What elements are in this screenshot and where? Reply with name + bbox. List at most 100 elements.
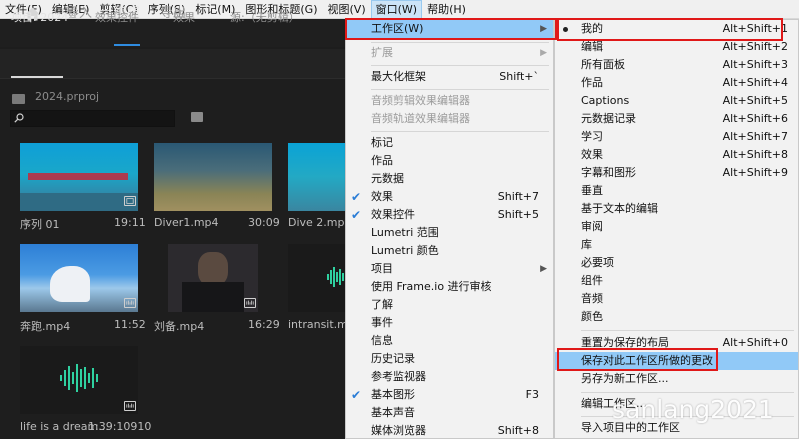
submenu-item-assembly[interactable]: 组件 <box>555 272 798 290</box>
menu-item-shortcut: Alt+Shift+0 <box>722 336 788 349</box>
sequence-icon <box>124 196 136 206</box>
menu-item-label: 了解 <box>371 298 393 311</box>
menu-item-label: 效果 <box>581 148 603 161</box>
menu-item-label: 基本图形 <box>371 388 415 401</box>
panel-menu-icon[interactable]: ≡ <box>68 9 77 25</box>
submenu-item-all-panels[interactable]: 所有面板 Alt+Shift+3 <box>555 56 798 74</box>
menu-item-label: 基本声音 <box>371 406 415 419</box>
menu-divider <box>371 65 549 66</box>
active-tab-indicator <box>114 44 140 46</box>
menu-view[interactable]: 视图(V) <box>323 0 371 19</box>
menu-item-events[interactable]: 事件 <box>346 314 553 332</box>
clip-thumbnail[interactable] <box>154 143 272 211</box>
submenu-item-vertical[interactable]: 垂直 <box>555 182 798 200</box>
menu-item-label: 效果控件 <box>371 208 415 221</box>
tab-project[interactable]: 项目: 2024 <box>11 9 68 25</box>
menu-divider <box>581 392 794 393</box>
clip-name: 奔跑.mp4 <box>20 320 71 333</box>
clip-thumbnail[interactable] <box>20 143 138 211</box>
menu-item-shortcut: Alt+Shift+7 <box>722 130 788 143</box>
tab-effects[interactable]: 效果 <box>173 9 195 25</box>
menu-item-maximize-frame[interactable]: 最大化框架 Shift+` <box>346 68 553 86</box>
menu-item-label: 信息 <box>371 334 393 347</box>
tab-effect-controls[interactable]: 效果控件 <box>95 9 139 25</box>
annotation-box-save-changes <box>557 348 718 371</box>
audio-video-icon <box>124 298 136 308</box>
menu-item-productions[interactable]: 作品 <box>346 152 553 170</box>
clip-thumbnail[interactable] <box>20 346 138 414</box>
menu-help[interactable]: 帮助(H) <box>422 0 471 19</box>
menu-item-label: Captions <box>581 94 630 107</box>
menu-item-markers[interactable]: 标记 <box>346 134 553 152</box>
menu-item-essential-graphics[interactable]: ✔ 基本图形 F3 <box>346 386 553 404</box>
clip-thumbnail[interactable] <box>20 244 138 312</box>
menu-item-label: 作品 <box>371 154 393 167</box>
menu-item-lumetri-scopes[interactable]: Lumetri 范围 <box>346 224 553 242</box>
waveform-icon <box>327 267 344 287</box>
menu-item-label: 必要项 <box>581 256 614 269</box>
menu-item-label: 组件 <box>581 274 603 287</box>
checkmark-icon: ✔ <box>351 208 362 222</box>
menu-item-effects[interactable]: ✔ 效果 Shift+7 <box>346 188 553 206</box>
search-input[interactable] <box>10 110 175 127</box>
new-bin-icon[interactable] <box>191 112 203 122</box>
menu-item-label: 垂直 <box>581 184 603 197</box>
submenu-item-captions-graphics[interactable]: 字幕和图形 Alt+Shift+9 <box>555 164 798 182</box>
clip-thumbnail[interactable] <box>288 143 346 211</box>
menu-item-essential-sound[interactable]: 基本声音 <box>346 404 553 422</box>
menu-item-label: 音频轨道效果编辑器 <box>371 112 470 125</box>
menu-item-label: 音频剪辑效果编辑器 <box>371 94 470 107</box>
search-icon <box>14 113 24 123</box>
submenu-item-learning[interactable]: 学习 Alt+Shift+7 <box>555 128 798 146</box>
submenu-item-captions[interactable]: Captions Alt+Shift+5 <box>555 92 798 110</box>
menu-item-project[interactable]: 项目 ▶ <box>346 260 553 278</box>
submenu-item-audio[interactable]: 音频 <box>555 290 798 308</box>
menu-item-label: 库 <box>581 238 592 251</box>
menu-item-frameio-review[interactable]: 使用 Frame.io 进行审核 <box>346 278 553 296</box>
menu-item-reference-monitor[interactable]: 参考监视器 <box>346 368 553 386</box>
menu-item-history[interactable]: 历史记录 <box>346 350 553 368</box>
audio-video-icon <box>244 298 256 308</box>
menu-item-label: 审阅 <box>581 220 603 233</box>
menu-item-shortcut: Alt+Shift+6 <box>722 112 788 125</box>
menu-item-info[interactable]: 信息 <box>346 332 553 350</box>
clip-duration: 11:52 <box>114 318 146 331</box>
submenu-item-save-as-new[interactable]: 另存为新工作区... <box>555 370 798 388</box>
menu-window[interactable]: 窗口(W) <box>370 0 423 19</box>
clip-name: 刘备.mp4 <box>154 320 205 333</box>
menu-item-label: 参考监视器 <box>371 370 426 383</box>
submenu-item-libraries[interactable]: 库 <box>555 236 798 254</box>
menu-item-label: 颜色 <box>581 310 603 323</box>
menu-item-lumetri-color[interactable]: Lumetri 颜色 <box>346 242 553 260</box>
menu-item-label: 学习 <box>581 130 603 143</box>
menu-item-label: 所有面板 <box>581 58 625 71</box>
menu-item-label: 标记 <box>371 136 393 149</box>
menu-item-effect-controls[interactable]: ✔ 效果控件 Shift+5 <box>346 206 553 224</box>
submenu-item-color[interactable]: 颜色 <box>555 308 798 326</box>
submenu-item-review[interactable]: 审阅 <box>555 218 798 236</box>
submenu-item-text-based-editing[interactable]: 基于文本的编辑 <box>555 200 798 218</box>
clip-name: 序列 01 <box>20 218 60 231</box>
clip-duration: 30:09 <box>248 216 280 229</box>
workspace-submenu: 我的 Alt+Shift+1 编辑 Alt+Shift+2 所有面板 Alt+S… <box>554 19 799 439</box>
submenu-item-productions[interactable]: 作品 Alt+Shift+4 <box>555 74 798 92</box>
menu-divider <box>371 131 549 132</box>
menu-item-metadata[interactable]: 元数据 <box>346 170 553 188</box>
submenu-item-essentials[interactable]: 必要项 <box>555 254 798 272</box>
menu-item-learn[interactable]: 了解 <box>346 296 553 314</box>
submenu-arrow-icon: ▶ <box>540 264 547 274</box>
submenu-item-effects[interactable]: 效果 Alt+Shift+8 <box>555 146 798 164</box>
clip-thumbnail[interactable] <box>288 244 346 312</box>
submenu-item-metadata-logging[interactable]: 元数据记录 Alt+Shift+6 <box>555 110 798 128</box>
menu-item-label: 事件 <box>371 316 393 329</box>
tab-source[interactable]: 源:（无剪辑） <box>230 9 300 25</box>
menu-item-label: 字幕和图形 <box>581 166 636 179</box>
project-bin-icon <box>12 94 25 104</box>
menu-item-label: 效果 <box>371 190 393 203</box>
menu-item-label: 扩展 <box>371 46 393 59</box>
menu-item-label: Lumetri 范围 <box>371 226 439 239</box>
menu-item-shortcut: Alt+Shift+3 <box>722 58 788 71</box>
menu-item-media-browser[interactable]: 媒体浏览器 Shift+8 <box>346 422 553 439</box>
clip-name: Dive 2.mp4 <box>288 216 352 229</box>
menu-divider <box>371 89 549 90</box>
